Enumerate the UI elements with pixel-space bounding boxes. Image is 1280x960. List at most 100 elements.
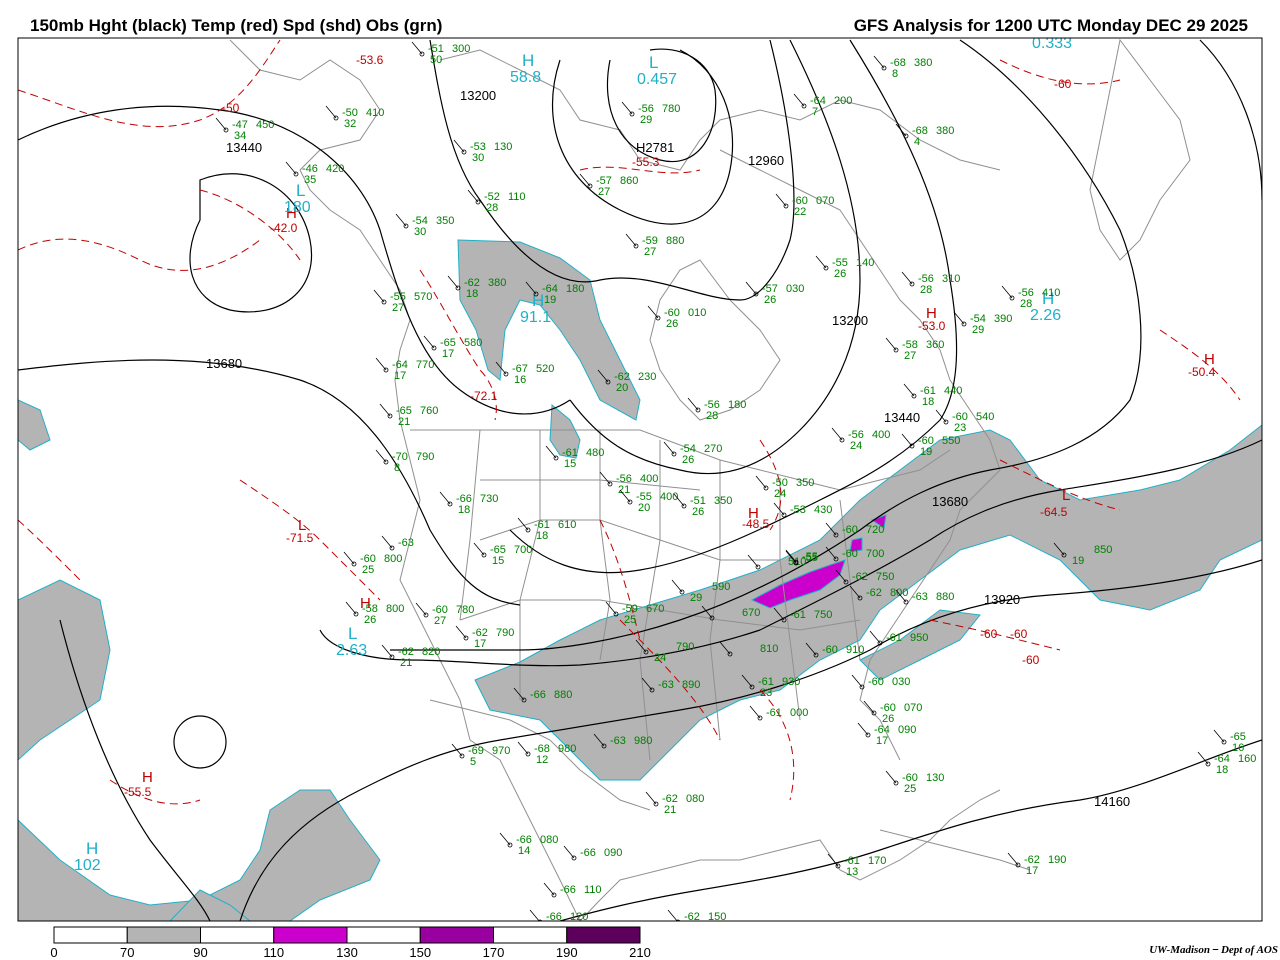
pressure-center-value: 180 <box>284 199 311 216</box>
station-height: 270 <box>704 443 722 455</box>
temperature-label: -42.0 <box>270 221 298 235</box>
station-height: 030 <box>892 676 910 688</box>
station-temperature: -66 <box>580 847 596 859</box>
station-height: 910 <box>846 644 864 656</box>
station-dewpoint: 18 <box>1216 764 1228 776</box>
station-temperature: -61 <box>790 609 806 621</box>
station-dewpoint: 28 <box>920 284 932 296</box>
station-dewpoint: 16 <box>1232 742 1244 754</box>
station-dewpoint: 27 <box>644 246 656 258</box>
height-label: 12960 <box>748 153 784 168</box>
station-height: 310 <box>942 273 960 285</box>
station-height: 670 <box>646 603 664 615</box>
station-height: 180 <box>728 399 746 411</box>
station-height: 980 <box>634 735 652 747</box>
station-height: 350 <box>436 215 454 227</box>
station-height: 980 <box>558 743 576 755</box>
station-temperature: -60 <box>822 644 838 656</box>
station-height: 130 <box>494 141 512 153</box>
station-dewpoint: 26 <box>692 506 704 518</box>
station-dewpoint: 21 <box>400 657 412 669</box>
station-dewpoint: 7 <box>812 106 818 118</box>
height-label: 13680 <box>206 356 242 371</box>
station-height: 380 <box>488 277 506 289</box>
station-dewpoint: 20 <box>616 382 628 394</box>
station-height: 800 <box>386 603 404 615</box>
station-height: 590 <box>712 581 730 593</box>
colorbar-tick-label: 130 <box>336 945 358 960</box>
station-height: 110 <box>508 191 526 203</box>
temperature-extremum-marker: H <box>748 505 759 522</box>
temperature-label: -60 <box>980 627 998 641</box>
station-dewpoint: 12 <box>536 754 548 766</box>
station-height: 790 <box>676 641 694 653</box>
station-dewpoint: 29 <box>640 114 652 126</box>
station-height: 890 <box>682 679 700 691</box>
station-dewpoint: 21 <box>398 416 410 428</box>
station-dewpoint: 26 <box>682 454 694 466</box>
station-height: 380 <box>914 57 932 69</box>
station-dewpoint: 27 <box>904 350 916 362</box>
station-dewpoint: 17 <box>876 735 888 747</box>
colorbar-segment <box>53 926 128 944</box>
station-dewpoint: 29 <box>690 592 702 604</box>
station-height: 520 <box>536 363 554 375</box>
station-height: 670 <box>742 607 760 619</box>
station-dewpoint: 18 <box>458 504 470 516</box>
station-height: 030 <box>786 283 804 295</box>
station-dewpoint: 18 <box>466 288 478 300</box>
station-dewpoint: 50 <box>430 54 442 66</box>
station-temperature: -53 <box>790 504 806 516</box>
height-label: 13200 <box>832 313 868 328</box>
station-dewpoint: 14 <box>518 845 530 857</box>
station-height: 420 <box>326 163 344 175</box>
height-label: 13680 <box>932 494 968 509</box>
pressure-center-letter: H <box>86 839 98 858</box>
station-dewpoint: 16 <box>514 374 526 386</box>
station-dewpoint: 26 <box>834 268 846 280</box>
station-height: 610 <box>558 519 576 531</box>
temperature-extremum-marker: H <box>926 305 937 322</box>
temperature-extremum-marker: L <box>1062 487 1070 504</box>
station-height: 450 <box>256 119 274 131</box>
station-height: 380 <box>936 125 954 137</box>
station-height: 300 <box>452 43 470 55</box>
temperature-label: -60 <box>1010 627 1028 641</box>
station-height: 700 <box>866 548 884 560</box>
colorbar-segment <box>566 926 641 944</box>
station-height: 080 <box>540 834 558 846</box>
temperature-label: -55.5 <box>124 785 152 799</box>
station-dewpoint: 17 <box>474 638 486 650</box>
station-height: 410 <box>1042 287 1060 299</box>
colorbar-segment <box>419 926 494 944</box>
colorbar-tick-label: 110 <box>263 945 284 960</box>
station-height: 880 <box>666 235 684 247</box>
station-dewpoint: 28 <box>706 410 718 422</box>
station-temperature: -63 <box>912 591 928 603</box>
station-height: 950 <box>910 632 928 644</box>
credit-dept: Dept of AOS <box>1220 944 1278 956</box>
station-height: 800 <box>890 587 908 599</box>
station-temperature: -63 <box>610 735 626 747</box>
station-height: 570 <box>414 291 432 303</box>
colorbar-tick-label: 0 <box>50 945 57 960</box>
colorbar-segment <box>126 926 201 944</box>
station-dewpoint: 21 <box>664 804 676 816</box>
station-dewpoint: 19 <box>544 294 556 306</box>
station-height: 230 <box>638 371 656 383</box>
station-temperature: -55 <box>802 551 818 563</box>
colorbar-tick-label: 70 <box>120 945 134 960</box>
station-height: 780 <box>456 604 474 616</box>
station-height: 090 <box>604 847 622 859</box>
station-dewpoint: 34 <box>234 130 246 142</box>
colorbar-segment <box>493 926 568 944</box>
station-height: 700 <box>514 544 532 556</box>
station-dewpoint: 22 <box>794 206 806 218</box>
station-height: 720 <box>866 524 884 536</box>
colorbar-segment <box>273 926 348 944</box>
station-height: 140 <box>856 257 874 269</box>
station-temperature: -62 <box>866 587 882 599</box>
station-height: 790 <box>496 627 514 639</box>
station-height: 190 <box>1048 854 1066 866</box>
station-height: 000 <box>790 707 808 719</box>
